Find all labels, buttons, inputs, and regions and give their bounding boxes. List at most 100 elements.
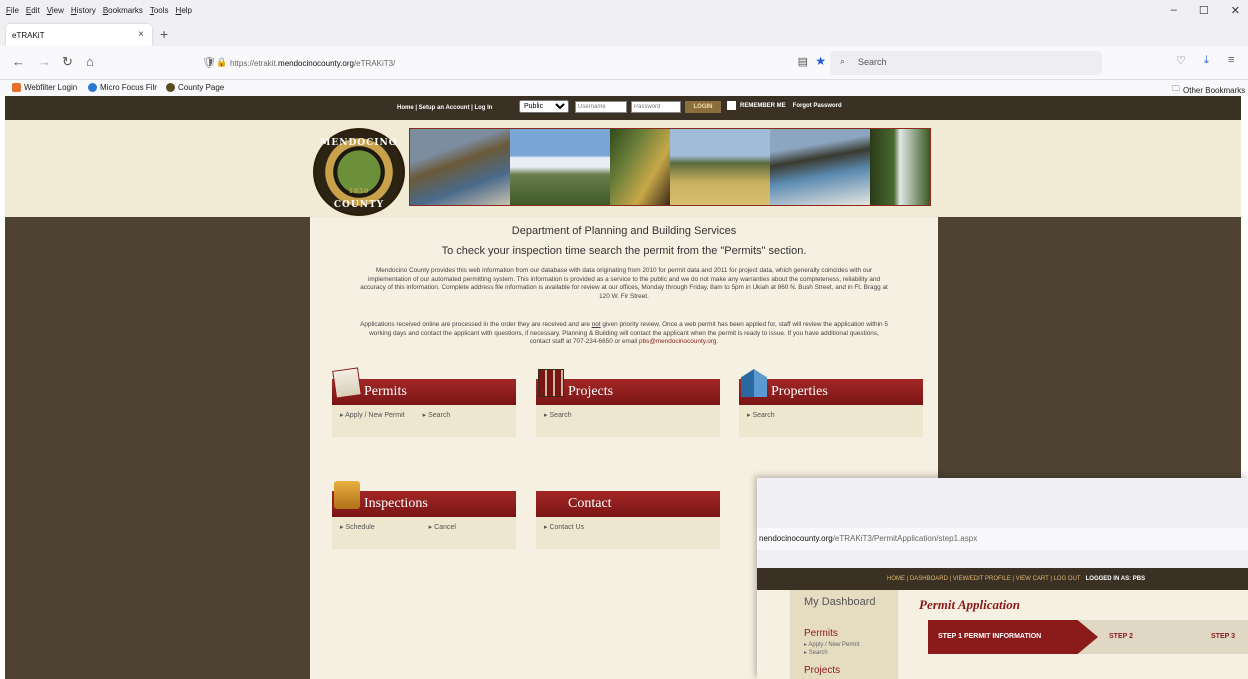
minimize-icon[interactable]: – [1171,4,1177,17]
reader-icon[interactable]: ▤ [798,55,808,68]
bookmark-label: Micro Focus Filr [100,83,157,92]
top-login-bar: Home | Setup an Account | Log In Public … [5,96,1241,120]
url-domain: mendocinocounty.org [278,59,354,68]
county-seal-logo: MENDOCINO 1850 COUNTY [313,128,405,216]
permits-search-link[interactable]: ▸ Search [423,411,451,431]
email-link[interactable]: pbs@mendocinocounty.org [639,338,716,345]
lock-icon: 🔒 [216,57,228,67]
overlay-url-domain: nendocinocounty.org [759,534,833,543]
cancel-link[interactable]: ▸ Cancel [429,523,456,543]
coast-photo [410,129,510,205]
properties-card: Properties ▸ Search [739,369,923,437]
sidebar-permits[interactable]: Permits [804,628,838,639]
intro-paragraph: Mendocino County provides this web infor… [360,267,888,300]
remember-checkbox[interactable] [727,101,736,110]
inspections-links: ▸ Schedule ▸ Cancel [332,517,516,549]
department-title: Department of Planning and Building Serv… [511,225,737,237]
inspections-title: Inspections [364,496,428,511]
address-bar[interactable]: 🛡 🔒 https://etrakit.mendocinocounty.org/… [190,51,830,75]
menu-edit[interactable]: Edit [26,6,40,15]
step-3: STEP 3 [1211,633,1235,640]
para-text: Applications received online are process… [360,321,592,328]
close-icon[interactable]: ✕ [1231,4,1240,17]
username-field[interactable] [575,101,627,113]
tab-bar: eTRAKiT × + [0,22,1248,46]
projects-links: ▸ Search [536,405,720,437]
apply-new-permit-link[interactable]: ▸ Apply / New Permit [340,411,405,431]
overlay-sidebar: My Dashboard Permits ▸ Apply / New Permi… [790,590,898,679]
star-icon[interactable]: ★ [815,54,826,68]
step-2: STEP 2 [1109,633,1133,640]
other-bookmarks-label: Other Bookmarks [1183,85,1246,95]
contact-us-link[interactable]: ▸ Contact Us [544,523,584,543]
home-icon[interactable]: ⌂ [86,54,94,69]
search-icon: ⌕ [840,56,846,66]
new-tab-icon[interactable]: + [160,26,168,42]
menu-bookmarks[interactable]: Bookmarks [103,6,143,15]
binders-icon [538,369,564,397]
login-type-select[interactable]: Public [519,100,569,113]
folder-icon: 🗀 [1172,84,1180,93]
menu-help[interactable]: Help [176,6,192,15]
download-icon[interactable]: ⤓ [1204,54,1209,67]
search-placeholder: Search [858,57,887,67]
contact-links: ▸ Contact Us [536,517,720,549]
remember-me[interactable]: REMEMBER ME Forgot Password [727,101,842,110]
nav-toolbar: ← → ↻ ⌂ 🛡 🔒 https://etrakit.mendocinocou… [0,46,1248,80]
schedule-link[interactable]: ▸ Schedule [340,523,375,543]
maximize-icon[interactable]: ☐ [1199,4,1209,17]
applications-paragraph: Applications received online are process… [358,321,890,347]
sidebar-projects[interactable]: Projects [804,665,840,676]
projects-title: Projects [568,384,614,399]
tab-etrakit[interactable]: eTRAKiT × [6,24,152,46]
tab-close-icon[interactable]: × [138,29,144,40]
url-path: /eTRAKiT3/ [353,59,396,68]
shield-icon[interactable]: 🛡 [202,56,216,69]
menu-view[interactable]: View [47,6,64,15]
bookmark-county[interactable]: County Page [166,83,224,92]
rocks-photo [770,129,870,205]
url-prefix: https://etrakit. [230,59,279,68]
logged-in-label: LOGGED IN AS: PBS [1085,576,1146,582]
menu-icon[interactable]: ≡ [1228,54,1234,66]
bookmark-webfilter[interactable]: Webfilter Login [12,83,77,92]
properties-search-link[interactable]: ▸ Search [747,411,775,431]
my-dashboard-link[interactable]: My Dashboard [804,596,876,608]
overlay-url-path: /eTRAKiT3/PermitApplication/step1.aspx [832,534,978,543]
link-label: Search [808,650,828,656]
permits-title: Permits [364,384,407,399]
password-field[interactable] [631,101,681,113]
reload-icon[interactable]: ↻ [62,54,73,70]
header-banner: MENDOCINO 1850 COUNTY [5,120,1241,217]
search-input[interactable]: ⌕ Search [830,51,1102,75]
menu-file[interactable]: File [6,6,19,15]
link-label: Search [549,412,572,419]
pocket-icon[interactable]: ♡ [1176,54,1186,67]
inspection-notice: To check your inspection time search the… [441,245,807,257]
overlay-address-bar[interactable]: nendocinocounty.org/eTRAKiT3/PermitAppli… [757,528,1248,550]
sidebar-apply-new-permit[interactable]: ▸ Apply / New Permit [804,641,859,648]
seal-top-text: MENDOCINO [320,138,398,148]
filr-icon [88,83,97,92]
link-label: Contact Us [549,524,585,531]
forward-icon[interactable]: → [38,54,51,69]
sidebar-search[interactable]: ▸ Search [804,649,828,656]
bookmark-filr[interactable]: Micro Focus Filr [88,83,157,92]
vineyard-photo [610,129,670,205]
login-button[interactable]: LOGIN [685,101,721,113]
permit-application-title: Permit Application [919,597,1020,612]
back-icon[interactable]: ← [12,54,25,69]
other-bookmarks[interactable]: 🗀 Other Bookmarks [1172,83,1245,97]
overlay-nav-links[interactable]: HOME | DASHBOARD | VIEW/EDIT PROFILE | V… [887,576,1081,582]
inspections-card: Inspections ▸ Schedule ▸ Cancel [332,481,516,549]
projects-search-link[interactable]: ▸ Search [544,411,572,431]
webfilter-icon [12,83,21,92]
contact-header[interactable]: Contact [536,491,720,517]
forgot-password-link[interactable]: Forgot Password [793,103,842,109]
properties-links: ▸ Search [739,405,923,437]
top-nav-links[interactable]: Home | Setup an Account | Log In [397,105,492,111]
menu-history[interactable]: History [71,6,96,15]
menu-tools[interactable]: Tools [150,6,169,15]
bookmarks-bar: Webfilter Login Micro Focus Filr County … [0,80,1248,96]
link-label: Search [752,412,775,419]
